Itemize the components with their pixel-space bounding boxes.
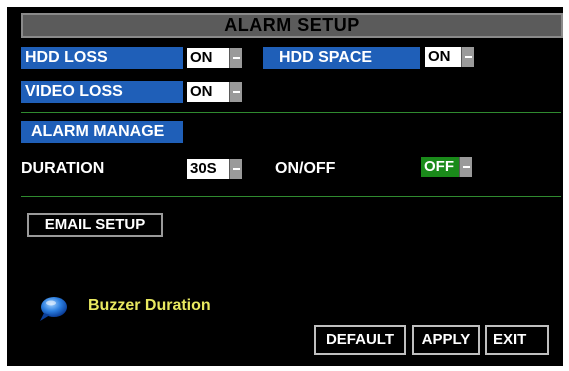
hdd-loss-select[interactable]: ON <box>187 48 242 68</box>
alarm-manage-label: ALARM MANAGE <box>21 121 183 143</box>
hdd-loss-label: HDD LOSS <box>21 47 183 69</box>
onoff-label: ON/OFF <box>275 160 336 177</box>
dropdown-arrow-icon[interactable] <box>229 82 242 102</box>
email-setup-button[interactable]: EMAIL SETUP <box>27 213 163 237</box>
video-loss-select[interactable]: ON <box>187 82 242 102</box>
section-divider <box>21 196 561 197</box>
hdd-loss-value: ON <box>187 48 229 68</box>
duration-label: DURATION <box>21 160 105 177</box>
hdd-space-select[interactable]: ON <box>425 47 474 67</box>
duration-value: 30S <box>187 159 229 179</box>
exit-button[interactable]: EXIT <box>485 325 549 355</box>
dropdown-arrow-icon[interactable] <box>229 159 242 179</box>
help-text: Buzzer Duration <box>88 297 211 314</box>
onoff-value: OFF <box>421 157 459 177</box>
page-title: ALARM SETUP <box>21 13 563 38</box>
duration-select[interactable]: 30S <box>187 159 242 179</box>
dropdown-arrow-icon[interactable] <box>229 48 242 68</box>
default-button[interactable]: DEFAULT <box>314 325 406 355</box>
hdd-space-label: HDD SPACE <box>263 47 420 69</box>
apply-button[interactable]: APPLY <box>412 325 480 355</box>
dropdown-arrow-icon[interactable] <box>459 157 472 177</box>
onoff-select[interactable]: OFF <box>421 157 472 177</box>
section-divider <box>21 112 561 113</box>
dvr-screen: ALARM SETUP HDD LOSS ON HDD SPACE ON VID… <box>7 7 563 366</box>
video-loss-label: VIDEO LOSS <box>21 81 183 103</box>
dropdown-arrow-icon[interactable] <box>461 47 474 67</box>
hdd-space-value: ON <box>425 47 461 67</box>
video-loss-value: ON <box>187 82 229 102</box>
info-bubble-icon <box>37 296 69 322</box>
